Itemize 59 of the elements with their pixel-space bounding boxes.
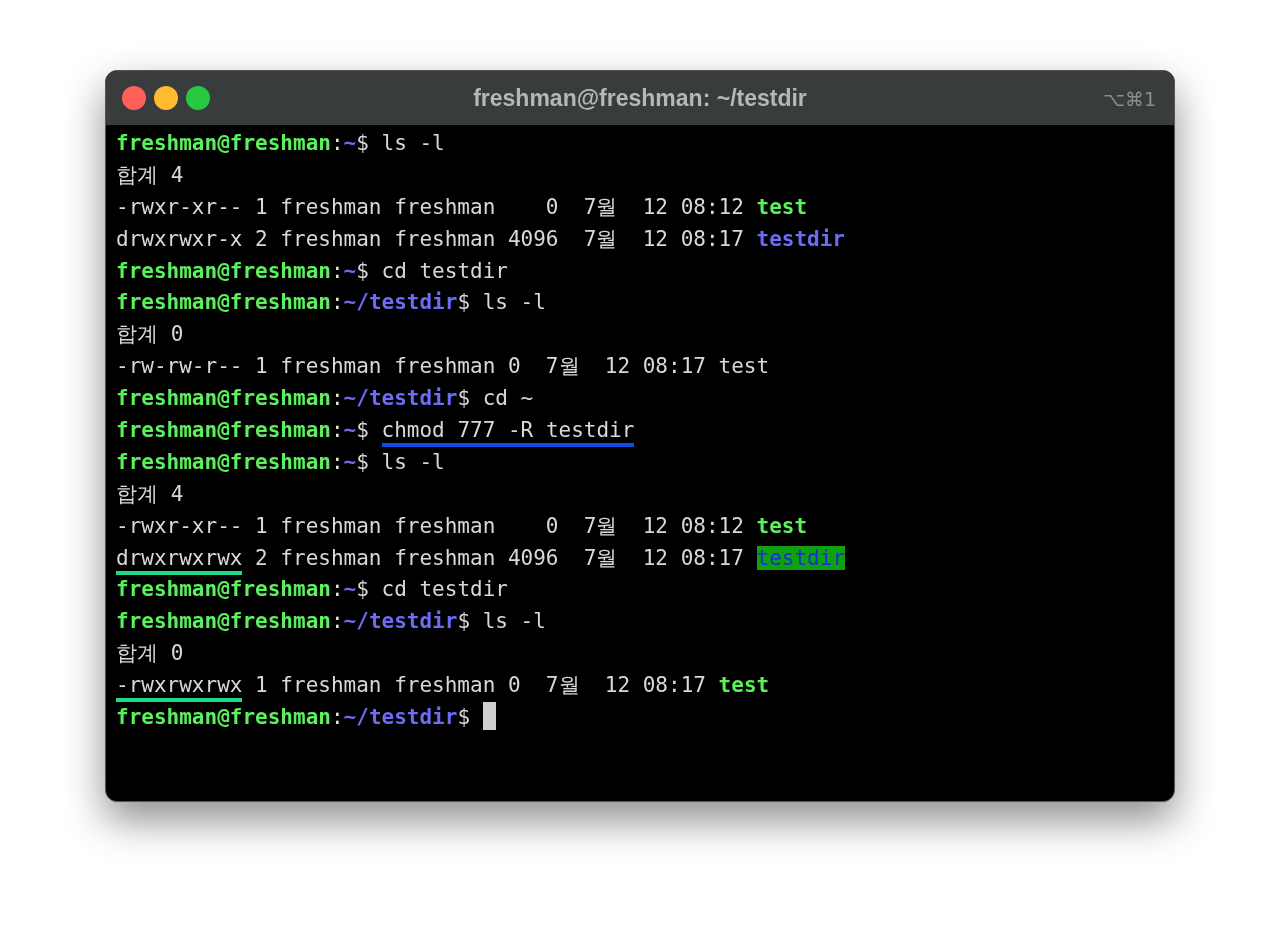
command-text: $ cd testdir xyxy=(356,577,508,602)
output-text: 합계 4 xyxy=(116,162,184,187)
command-text: $ xyxy=(356,418,370,442)
command-text: $ ls -l xyxy=(356,449,445,474)
prompt-path: ~/testdir xyxy=(343,609,458,634)
command-text: $ ls -l xyxy=(457,290,546,315)
prompt-user: freshman@freshman xyxy=(116,290,331,315)
command-text: $ ls -l xyxy=(457,609,546,634)
minimize-button[interactable] xyxy=(154,86,178,110)
prompt-separator: : xyxy=(330,131,344,155)
prompt-separator: : xyxy=(330,577,344,602)
output-text: drwxrwxr-x 2 freshman freshman 4096 7월 12 08:17 xyxy=(116,226,745,251)
prompt-user: freshman@freshman xyxy=(116,577,331,602)
prompt-user: freshman@freshman xyxy=(116,449,331,474)
prompt-path: ~ xyxy=(343,577,357,602)
prompt-path: ~ xyxy=(343,131,357,155)
maximize-button[interactable] xyxy=(186,86,210,110)
prompt-user: freshman@freshman xyxy=(116,609,331,634)
output-text: 2 freshman freshman 4096 7월 12 08:17 xyxy=(254,545,745,570)
prompt-user: freshman@freshman xyxy=(116,418,331,442)
file-name: test xyxy=(718,673,770,698)
prompt-separator: : xyxy=(330,609,344,634)
prompt-path: ~/testdir xyxy=(343,386,458,411)
prompt-separator: : xyxy=(330,258,344,283)
prompt-user: freshman@freshman xyxy=(116,258,331,283)
prompt-separator: : xyxy=(330,418,344,442)
output-text: 합계 0 xyxy=(116,641,184,666)
prompt-separator: : xyxy=(330,705,344,730)
command-text: $ xyxy=(457,705,472,730)
underlined-text: drwxrwxrwx xyxy=(116,545,243,575)
output-text: 합계 4 xyxy=(116,481,184,506)
prompt-user: freshman@freshman xyxy=(116,386,331,411)
prompt-path: ~/testdir xyxy=(343,705,458,730)
command-text: $ ls -l xyxy=(356,131,445,155)
prompt-path: ~ xyxy=(343,258,357,283)
underlined-text: chmod 777 -R testdir xyxy=(381,418,635,447)
close-button[interactable] xyxy=(122,86,146,110)
prompt-separator: : xyxy=(330,290,344,315)
command-text: $ cd testdir xyxy=(356,258,508,283)
prompt-path: ~ xyxy=(343,449,357,474)
prompt-separator: : xyxy=(330,449,344,474)
output-text: 합계 0 xyxy=(116,322,184,347)
prompt-path: ~/testdir xyxy=(343,290,458,315)
directory-name: testdir xyxy=(756,545,846,570)
prompt-separator: : xyxy=(330,386,344,411)
prompt-user: freshman@freshman xyxy=(116,131,331,155)
window-title: freshman@freshman: ~/testdir xyxy=(473,83,807,113)
command-text: $ cd ~ xyxy=(457,386,534,411)
file-name: test xyxy=(756,513,808,538)
output-text: 1 freshman freshman 0 7월 12 08:17 xyxy=(254,673,707,698)
prompt-path: ~ xyxy=(343,418,357,442)
output-text: -rw-rw-r-- 1 freshman freshman 0 7월 12 08:17 test xyxy=(116,354,770,379)
underlined-text: -rwxrwxrwx xyxy=(116,673,243,703)
directory-name: testdir xyxy=(756,226,846,251)
prompt-user: freshman@freshman xyxy=(116,705,331,730)
output-text: -rwxr-xr-- 1 freshman freshman 0 7월 12 08:12 xyxy=(116,513,745,538)
file-name: test xyxy=(756,194,808,219)
shortcut-label: ⌥⌘1 xyxy=(1103,87,1156,112)
output-text: -rwxr-xr-- 1 freshman freshman 0 7월 12 08:12 xyxy=(116,194,745,219)
